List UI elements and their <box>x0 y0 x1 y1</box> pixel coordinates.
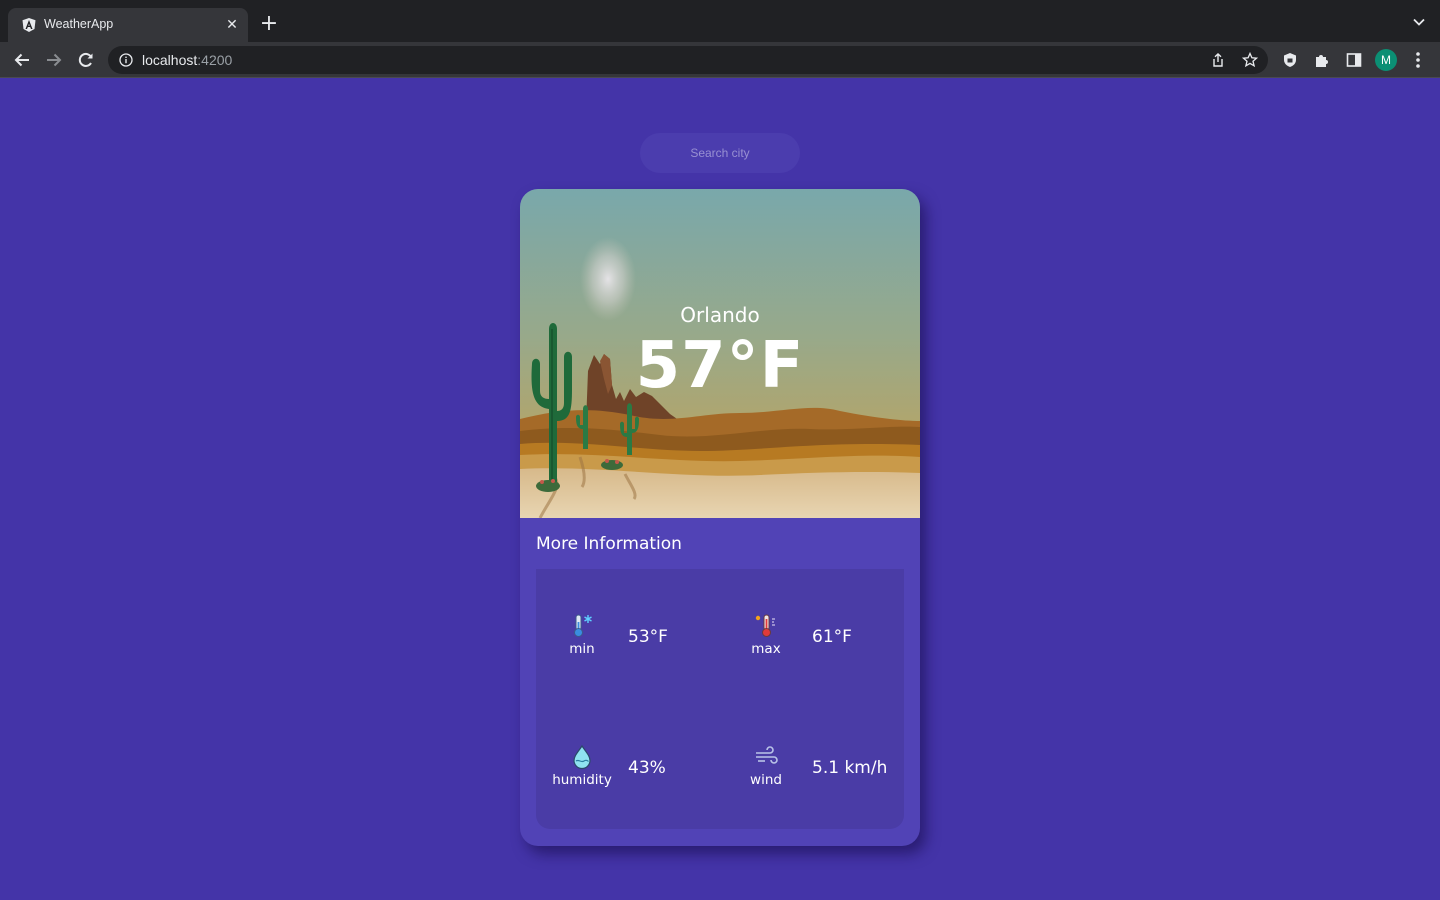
reload-icon[interactable] <box>76 50 96 70</box>
more-information-heading: More Information <box>536 534 682 554</box>
profile-avatar[interactable]: M <box>1375 49 1397 71</box>
tab-search-chevron-icon[interactable] <box>1412 15 1426 29</box>
search-city-input[interactable] <box>640 133 800 173</box>
stat-humidity: humidity 43% <box>536 744 716 804</box>
back-arrow-icon[interactable] <box>12 50 32 70</box>
url-port: :4200 <box>197 52 233 68</box>
thermometer-hot-icon <box>755 614 775 637</box>
stat-max-label: max <box>751 641 781 657</box>
stat-wind: wind 5.1 km/h <box>720 744 900 804</box>
site-info-icon[interactable] <box>119 53 133 67</box>
water-drop-icon <box>573 744 591 770</box>
bookmark-star-icon[interactable] <box>1242 52 1258 68</box>
extension-shield-icon[interactable] <box>1282 52 1298 68</box>
more-information-panel: min 53°F max 61°F humidity 43% wind 5.1 … <box>536 569 904 829</box>
address-bar[interactable]: localhost:4200 <box>108 46 1268 74</box>
wind-icon <box>756 746 778 764</box>
browser-toolbar: localhost:4200 M <box>0 42 1440 78</box>
desert-hero-image: Orlando 57°F <box>520 189 920 518</box>
toolbar-divider <box>0 77 1440 78</box>
side-panel-icon[interactable] <box>1346 52 1362 68</box>
stat-wind-value: 5.1 km/h <box>812 758 888 778</box>
browser-tab-strip: WeatherApp ✕ + <box>0 0 1440 42</box>
current-temperature: 57°F <box>635 329 805 403</box>
stat-min: min 53°F <box>536 613 716 673</box>
stat-max: max 61°F <box>720 613 900 673</box>
share-icon[interactable] <box>1210 52 1226 68</box>
stat-wind-label: wind <box>750 772 782 788</box>
url-text: localhost:4200 <box>142 52 232 68</box>
stat-min-label: min <box>569 641 595 657</box>
extensions-puzzle-icon[interactable] <box>1314 52 1330 68</box>
city-name: Orlando <box>680 303 760 327</box>
angular-favicon-icon <box>22 18 36 32</box>
url-host: localhost <box>142 52 198 68</box>
forward-arrow-icon[interactable] <box>44 50 64 70</box>
browser-menu-icon[interactable] <box>1410 50 1426 70</box>
weather-card: Orlando 57°F More Information min 53°F m… <box>520 189 920 846</box>
tab-close-icon[interactable]: ✕ <box>224 17 240 33</box>
stat-max-value: 61°F <box>812 627 852 647</box>
stat-humidity-value: 43% <box>628 758 666 778</box>
thermometer-snow-icon <box>574 614 592 637</box>
stat-min-value: 53°F <box>628 627 668 647</box>
stat-humidity-label: humidity <box>552 772 612 788</box>
tab-title: WeatherApp <box>44 17 114 31</box>
new-tab-icon[interactable]: + <box>258 13 280 35</box>
browser-tab[interactable]: WeatherApp ✕ <box>8 8 248 42</box>
